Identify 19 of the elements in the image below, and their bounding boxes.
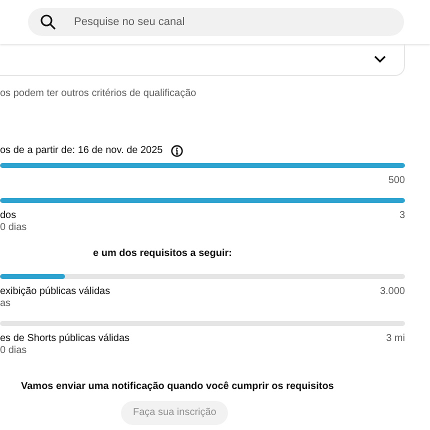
requirement-value: 3.000 (380, 286, 405, 298)
chevron-icon[interactable] (374, 54, 386, 66)
requirement-value: 500 (388, 175, 405, 187)
requirement-label: exibição públicas válidas (0, 286, 110, 298)
requirement-period: 0 dias (0, 222, 28, 234)
requirements-heading: e um dos requisitos a seguir: (92, 248, 233, 260)
info-icon[interactable] (170, 145, 183, 157)
search-bar[interactable]: Pesquise no seu canal (28, 8, 404, 36)
search-field[interactable]: Pesquise no seu canal (72, 15, 392, 29)
notification-text: Vamos enviar uma notificação quando você cumprir os requisitos (21, 381, 335, 393)
requirement-value: 3 (399, 210, 405, 222)
requirement-value: 3 mi (386, 333, 405, 345)
search-icon (40, 14, 56, 30)
requirement-period: 0 dias (0, 345, 28, 357)
requirement-period: as (0, 298, 12, 310)
requirement-label: es de Shorts públicas válidas (0, 333, 130, 345)
qualification-note: os podem ter outros critérios de qualificação (0, 88, 198, 100)
date-text: os de a partir de: 16 de nov. de 2025 (0, 145, 163, 157)
requirement-label: dos (0, 210, 16, 222)
